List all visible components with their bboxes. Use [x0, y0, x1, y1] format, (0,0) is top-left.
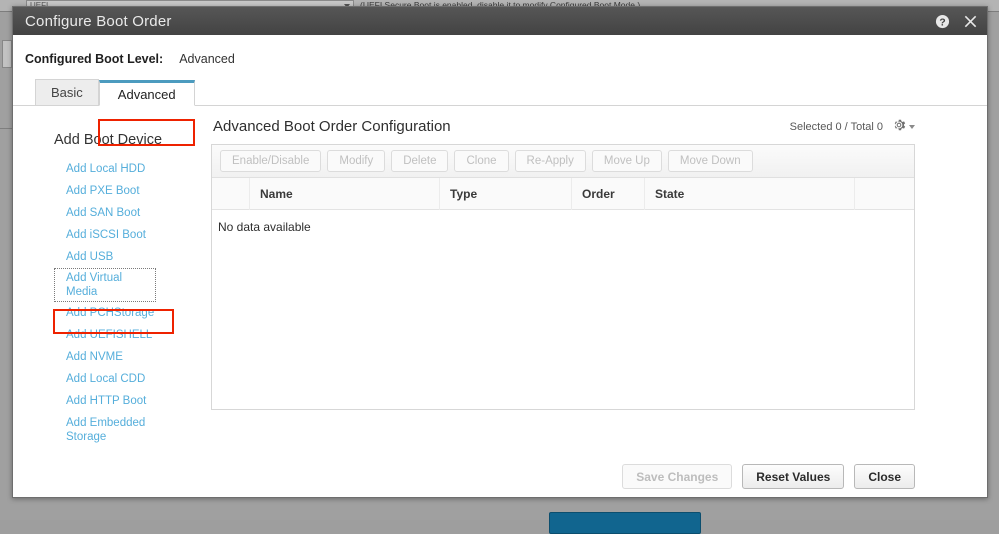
sidebar-item-add-pchstorage[interactable]: Add PCHStorage	[53, 302, 171, 324]
dialog-title: Configure Boot Order	[25, 13, 172, 30]
save-changes-button[interactable]: Save Changes	[622, 464, 732, 489]
move-down-button[interactable]: Move Down	[668, 150, 753, 172]
sidebar-item-add-iscsi-boot[interactable]: Add iSCSI Boot	[53, 224, 171, 246]
modify-button[interactable]: Modify	[327, 150, 385, 172]
dialog-footer: Save Changes Reset Values Close	[13, 448, 987, 489]
sidebar-item-add-local-hdd[interactable]: Add Local HDD	[53, 158, 171, 180]
boot-order-table-card: Enable/Disable Modify Delete Clone Re-Ap…	[211, 144, 915, 410]
configured-boot-level-label: Configured Boot Level:	[25, 52, 163, 66]
gear-icon	[892, 118, 906, 135]
sidebar-item-add-embedded-storage[interactable]: Add Embedded Storage	[53, 412, 171, 448]
background-left-control	[2, 40, 12, 68]
column-header-state[interactable]: State	[645, 178, 855, 210]
delete-button[interactable]: Delete	[391, 150, 448, 172]
clone-button[interactable]: Clone	[454, 150, 508, 172]
table-header-row: Name Type Order State	[212, 178, 914, 210]
tab-advanced-label: Advanced	[118, 87, 176, 102]
sidebar-item-add-local-cdd[interactable]: Add Local CDD	[53, 368, 171, 390]
column-header-order[interactable]: Order	[572, 178, 645, 210]
dialog-content: Add Boot Device Add Local HDD Add PXE Bo…	[13, 106, 987, 448]
column-header-name[interactable]: Name	[250, 178, 440, 210]
tab-advanced[interactable]: Advanced	[99, 80, 195, 106]
help-circle-icon[interactable]: ?	[933, 12, 951, 30]
dialog-titlebar-actions: ?	[933, 12, 979, 30]
column-header-extra[interactable]	[855, 178, 914, 210]
advanced-boot-order-panel: Advanced Boot Order Configuration Select…	[211, 116, 987, 448]
settings-menu[interactable]	[892, 118, 915, 135]
tab-basic[interactable]: Basic	[35, 79, 99, 105]
table-toolbar: Enable/Disable Modify Delete Clone Re-Ap…	[212, 145, 914, 178]
close-button[interactable]: Close	[854, 464, 915, 489]
background-bottom-panel	[0, 497, 999, 520]
chevron-down-icon	[909, 125, 915, 129]
sidebar-item-add-nvme[interactable]: Add NVME	[53, 346, 171, 368]
table-body: No data available	[212, 210, 914, 409]
panel-header-right: Selected 0 / Total 0	[790, 118, 915, 135]
close-icon[interactable]	[961, 12, 979, 30]
reset-values-button[interactable]: Reset Values	[742, 464, 844, 489]
re-apply-button[interactable]: Re-Apply	[515, 150, 586, 172]
sidebar-item-add-pxe-boot[interactable]: Add PXE Boot	[53, 180, 171, 202]
move-up-button[interactable]: Move Up	[592, 150, 662, 172]
add-boot-device-title: Add Boot Device	[54, 132, 211, 148]
boot-level-tabs: Basic Advanced	[13, 80, 987, 106]
panel-title: Advanced Boot Order Configuration	[213, 118, 451, 135]
tab-basic-label: Basic	[51, 85, 83, 100]
dialog-titlebar: Configure Boot Order ?	[13, 7, 987, 35]
column-header-type[interactable]: Type	[440, 178, 572, 210]
sidebar-item-add-virtual-media[interactable]: Add Virtual Media	[54, 268, 156, 302]
sidebar-item-add-uefishell[interactable]: Add UEFISHELL	[53, 324, 171, 346]
empty-state-message: No data available	[216, 220, 914, 234]
configure-boot-order-dialog: Configure Boot Order ? Configured Boot L…	[12, 6, 988, 498]
enable-disable-button[interactable]: Enable/Disable	[220, 150, 321, 172]
configured-boot-level-value: Advanced	[179, 52, 235, 66]
svg-text:?: ?	[939, 17, 945, 28]
add-boot-device-panel: Add Boot Device Add Local HDD Add PXE Bo…	[13, 116, 211, 448]
sidebar-item-add-http-boot[interactable]: Add HTTP Boot	[53, 390, 171, 412]
sidebar-item-add-san-boot[interactable]: Add SAN Boot	[53, 202, 171, 224]
background-primary-button[interactable]	[549, 512, 701, 534]
panel-header: Advanced Boot Order Configuration Select…	[211, 118, 915, 144]
configured-boot-level-row: Configured Boot Level: Advanced	[13, 35, 987, 66]
column-header-select[interactable]	[212, 178, 250, 210]
dialog-body: Configured Boot Level: Advanced Basic Ad…	[13, 35, 987, 497]
sidebar-item-add-usb[interactable]: Add USB	[53, 246, 171, 268]
selected-total-count: Selected 0 / Total 0	[790, 121, 883, 133]
